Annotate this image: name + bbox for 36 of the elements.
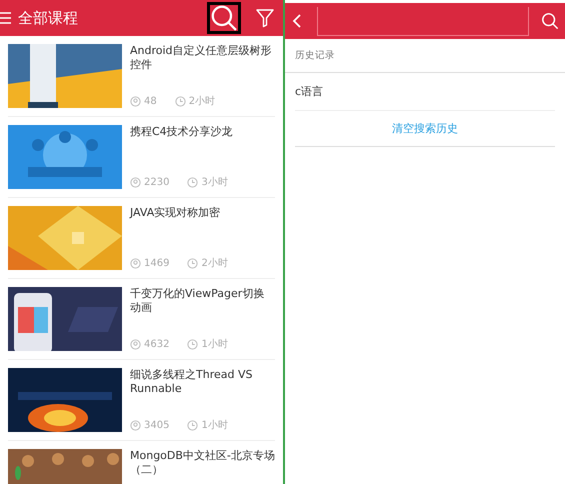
clock-icon (187, 176, 198, 188)
person-icon (130, 420, 141, 430)
clock-icon (187, 338, 198, 350)
course-title[interactable]: JAVA实现对称加密 (130, 206, 228, 220)
person-icon (130, 338, 141, 350)
course-title[interactable]: MongoDB中文社区-北京专场（二） (130, 449, 275, 477)
filter-icon[interactable] (255, 8, 275, 28)
person-icon (130, 176, 141, 188)
history-item[interactable]: c语言 (295, 73, 555, 111)
screen-title: 全部课程 (18, 8, 79, 28)
course-title[interactable]: 千变万化的ViewPager切换动画 (130, 287, 275, 315)
search-field[interactable] (317, 6, 529, 36)
search-button[interactable] (207, 2, 241, 34)
course-duration: 1小时 (201, 338, 228, 351)
clock-icon (187, 420, 198, 430)
learner-count: 4632 (144, 338, 170, 350)
course-title[interactable]: 细说多线程之Thread VS Runnable (130, 368, 275, 396)
course-duration: 2小时 (201, 256, 228, 270)
course-title[interactable]: Android自定义任意层级树形控件 (130, 44, 275, 72)
learner-count: 2230 (144, 176, 170, 188)
history-heading: 历史记录 (285, 39, 565, 73)
search-icon (541, 12, 559, 30)
person-icon (130, 96, 141, 106)
course-duration: 1小时 (201, 418, 228, 432)
learner-count: 3405 (144, 420, 170, 430)
clock-icon (187, 258, 198, 268)
clock-icon (174, 96, 186, 106)
course-duration: 3小时 (201, 176, 228, 189)
learner-count: 1469 (144, 258, 170, 268)
back-icon[interactable] (291, 13, 303, 29)
search-icon (210, 4, 238, 32)
menu-icon[interactable] (0, 11, 14, 25)
learner-count: 48 (144, 96, 157, 106)
person-icon (130, 258, 141, 268)
course-duration: 2小时 (188, 94, 216, 108)
course-title[interactable]: 携程C4技术分享沙龙 (130, 125, 233, 139)
